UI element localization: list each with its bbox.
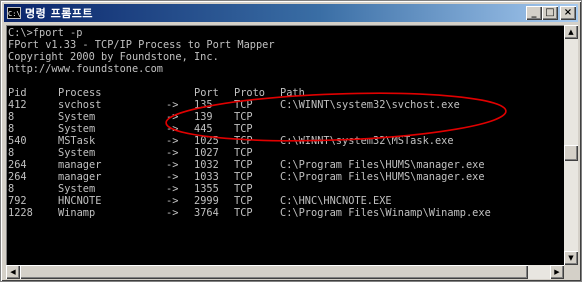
window-title: 명령 프롬프트 [25,7,94,20]
row-proto: TCP [234,171,253,183]
row-path: C:\Program Files\HUMS\manager.exe [280,159,485,171]
scroll-down-icon[interactable]: ▼ [564,251,578,265]
table-row: 8 System -> 445 TCP [8,123,558,135]
row-port: 1355 [194,183,219,195]
row-proto: TCP [234,135,253,147]
row-pid: 8 [8,123,15,135]
row-process: Winamp [58,207,96,219]
table-row: 8 System -> 1027 TCP [8,147,558,159]
row-process: System [58,147,96,159]
table-row: 540 MSTask -> 1025 TCP C:\WINNT\system32\MSTa… [8,135,558,147]
console-line-copyright: Copyright 2000 by Foundstone, Inc. [8,51,219,63]
row-arrow: -> [166,99,179,111]
window-controls: _ □ × [526,6,576,20]
horizontal-scrollbar[interactable]: ◀ ▶ [6,265,564,279]
row-process: System [58,183,96,195]
row-arrow: -> [166,147,179,159]
table-row: 1228 Winamp -> 3764 TCP C:\Program Files\Wina… [8,207,558,219]
row-port: 1033 [194,171,219,183]
row-path: C:\WINNT\system32\svchost.exe [280,99,460,111]
row-proto: TCP [234,147,253,159]
scroll-left-icon[interactable]: ◀ [6,265,20,279]
row-arrow: -> [166,111,179,123]
title-bar[interactable]: C:\ 명령 프롬프트 _ □ × [4,4,578,22]
row-port: 1025 [194,135,219,147]
row-arrow: -> [166,135,179,147]
row-pid: 792 [8,195,27,207]
column-header-process: Process [58,87,102,99]
row-path: C:\WINNT\system32\MSTask.exe [280,135,454,147]
row-arrow: -> [166,183,179,195]
table-row: 264 manager -> 1032 TCP C:\Program Files\HUMS… [8,159,558,171]
row-process: svchost [58,99,102,111]
console-line-command: C:\>fport -p [8,27,83,39]
row-process: MSTask [58,135,96,147]
row-pid: 412 [8,99,27,111]
row-proto: TCP [234,195,253,207]
column-header-path: Path [280,87,305,99]
row-arrow: -> [166,207,179,219]
row-port: 135 [194,99,213,111]
table-row: 264 manager -> 1033 TCP C:\Program Files\HUMS… [8,171,558,183]
horizontal-scroll-thumb[interactable] [20,265,528,279]
scroll-up-icon[interactable]: ▲ [564,25,578,39]
row-port: 2999 [194,195,219,207]
row-arrow: -> [166,159,179,171]
minimize-button[interactable]: _ [526,6,542,20]
row-process: HNCNOTE [58,195,102,207]
console-line-url: http://www.foundstone.com [8,63,163,75]
row-pid: 8 [8,147,15,159]
console-output[interactable]: C:\>fport -p FPort v1.33 - TCP/IP Proces… [6,25,564,265]
row-pid: 8 [8,183,15,195]
row-port: 445 [194,123,213,135]
column-header-proto: Proto [234,87,265,99]
row-path: C:\HNC\HNCNOTE.EXE [280,195,392,207]
table-row: 792 HNCNOTE -> 2999 TCP C:\HNC\HNCNOTE.EXE [8,195,558,207]
column-header-port: Port [194,87,219,99]
row-port: 139 [194,111,213,123]
row-pid: 540 [8,135,27,147]
row-pid: 8 [8,111,15,123]
row-port: 3764 [194,207,219,219]
row-pid: 1228 [8,207,33,219]
console-line-banner: FPort v1.33 - TCP/IP Process to Port Map… [8,39,275,51]
row-proto: TCP [234,159,253,171]
row-port: 1032 [194,159,219,171]
row-path: C:\Program Files\HUMS\manager.exe [280,171,485,183]
column-header-pid: Pid [8,87,27,99]
table-row: 8 System -> 1355 TCP [8,183,558,195]
vertical-scroll-thumb[interactable] [564,145,578,161]
table-row: 8 System -> 139 TCP [8,111,558,123]
row-arrow: -> [166,195,179,207]
resize-grip[interactable] [564,265,578,279]
row-proto: TCP [234,123,253,135]
row-proto: TCP [234,207,253,219]
row-process: manager [58,159,102,171]
maximize-button[interactable]: □ [542,6,558,20]
vertical-scrollbar[interactable]: ▲ ▼ [564,25,578,265]
row-port: 1027 [194,147,219,159]
column-header-row: Pid Process Port Proto Path [8,87,558,99]
row-process: System [58,123,96,135]
row-proto: TCP [234,111,253,123]
row-pid: 264 [8,159,27,171]
row-process: manager [58,171,102,183]
row-proto: TCP [234,183,253,195]
row-path: C:\Program Files\Winamp\Winamp.exe [280,207,491,219]
row-arrow: -> [166,123,179,135]
row-pid: 264 [8,171,27,183]
row-arrow: -> [166,171,179,183]
close-button[interactable]: × [560,6,576,20]
scroll-right-icon[interactable]: ▶ [550,265,564,279]
row-proto: TCP [234,99,253,111]
row-process: System [58,111,96,123]
table-row: 412 svchost -> 135 TCP C:\WINNT\system32\svch… [8,99,558,111]
console-icon[interactable]: C:\ [7,7,21,19]
command-prompt-window: C:\ 명령 프롬프트 _ □ × C:\>fport -p FPort v1.… [0,0,582,282]
